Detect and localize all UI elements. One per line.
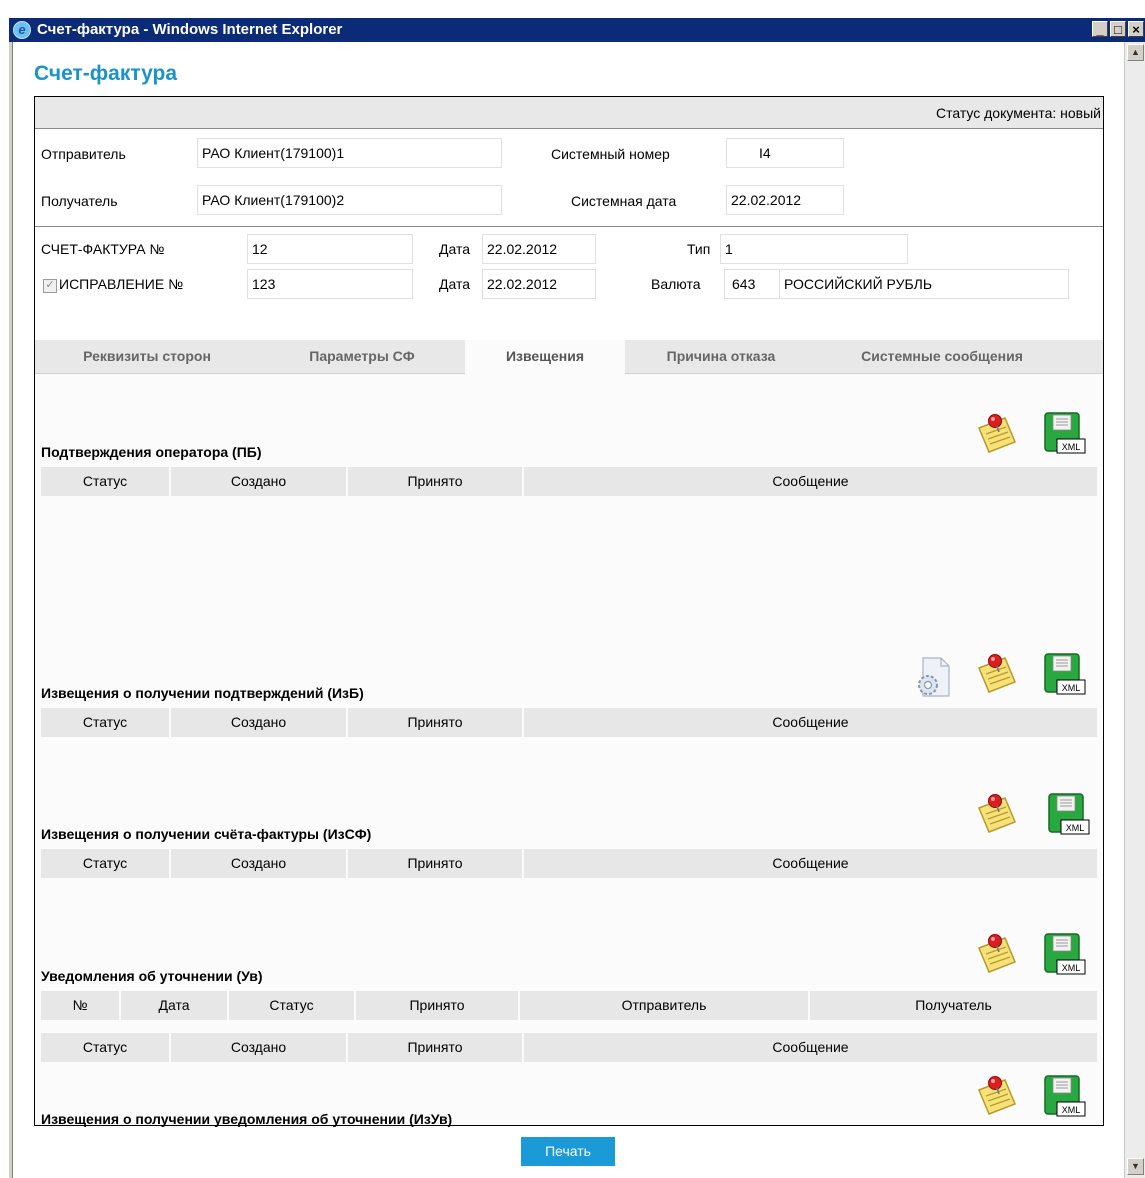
sysdate-field[interactable]: 22.02.2012: [726, 185, 844, 215]
column-header[interactable]: Статус: [41, 1033, 171, 1062]
column-header[interactable]: Статус: [41, 849, 171, 878]
section-title-izb: Извещения о получении подтверждений (ИзБ…: [41, 685, 364, 701]
xml-save-icon[interactable]: XML: [1042, 1074, 1086, 1118]
xml-save-icon[interactable]: XML: [1042, 411, 1086, 455]
vertical-scrollbar[interactable]: ▲ ▼: [1124, 42, 1145, 1178]
document-panel: Статус документа: новый Отправитель РАО …: [34, 96, 1104, 1127]
tab-party-details[interactable]: Реквизиты сторон: [35, 340, 259, 373]
header-divider: [35, 226, 1103, 227]
correction-number-field[interactable]: 123: [247, 269, 413, 299]
tab-content: Подтверждения оператора (ПБ) XML Статус …: [35, 374, 1103, 1127]
receiver-label: Получатель: [41, 193, 118, 209]
document-status: Статус документа: новый: [935, 105, 1101, 121]
invoice-date-label: Дата: [439, 241, 471, 257]
column-header[interactable]: Создано: [171, 467, 348, 496]
column-header[interactable]: Создано: [171, 708, 348, 737]
column-header[interactable]: Статус: [41, 708, 171, 737]
tab-bar: Реквизиты сторон Параметры СФ Извещения …: [35, 340, 1103, 374]
maximize-button[interactable]: □: [1110, 21, 1126, 37]
table-header: Статус Создано Принято Сообщение: [41, 1033, 1097, 1062]
window-title: Счет-фактура - Windows Internet Explorer: [37, 21, 343, 38]
xml-save-icon[interactable]: XML: [1042, 652, 1086, 696]
correction-label: ИСПРАВЛЕНИЕ №: [59, 276, 184, 292]
column-header[interactable]: №: [41, 991, 121, 1020]
sign-note-icon[interactable]: [975, 652, 1019, 696]
status-bar: Статус документа: новый: [35, 97, 1103, 129]
correction-checkbox[interactable]: ✓: [43, 279, 57, 293]
svg-text:XML: XML: [1062, 1105, 1081, 1115]
section-title-izsf: Извещения о получении счёта-фактуры (ИзС…: [41, 826, 372, 842]
sysdate-label: Системная дата: [571, 193, 677, 209]
invoice-number-field[interactable]: 12: [247, 234, 413, 264]
minimize-button[interactable]: _: [1092, 21, 1108, 37]
sender-label: Отправитель: [41, 146, 126, 162]
settings-document-icon[interactable]: [913, 655, 957, 699]
print-button[interactable]: Печать: [521, 1137, 615, 1166]
column-header[interactable]: Сообщение: [524, 467, 1097, 496]
type-label: Тип: [687, 241, 711, 257]
sysnum-label: Системный номер: [551, 146, 670, 162]
column-header[interactable]: Отправитель: [520, 991, 810, 1020]
column-header[interactable]: Создано: [171, 849, 348, 878]
column-header[interactable]: Принято: [356, 991, 520, 1020]
section-title-pb: Подтверждения оператора (ПБ): [41, 444, 262, 460]
ie-logo-icon: e: [13, 21, 31, 39]
table-header: Статус Создано Принято Сообщение: [41, 708, 1097, 737]
table-header: № Дата Статус Принято Отправитель Получа…: [41, 991, 1097, 1020]
currency-code-field[interactable]: 643: [724, 269, 780, 299]
window-frame-left: [9, 42, 13, 1178]
sign-note-icon[interactable]: [975, 1074, 1019, 1118]
type-field[interactable]: 1: [720, 234, 908, 264]
column-header[interactable]: Сообщение: [524, 849, 1097, 878]
scroll-up-icon[interactable]: ▲: [1127, 44, 1144, 61]
section-title-uv: Уведомления об уточнении (Ув): [41, 968, 263, 984]
scroll-down-icon[interactable]: ▼: [1127, 1158, 1144, 1175]
tab-system-messages[interactable]: Системные сообщения: [817, 340, 1067, 373]
column-header[interactable]: Принято: [348, 708, 524, 737]
table-header: Статус Создано Принято Сообщение: [41, 467, 1097, 496]
column-header[interactable]: Статус: [41, 467, 171, 496]
section-title-izuv: Извещения о получении уведомления об уто…: [41, 1111, 453, 1127]
tab-rejection-reason[interactable]: Причина отказа: [625, 340, 817, 373]
svg-text:XML: XML: [1062, 442, 1081, 452]
column-header[interactable]: Сообщение: [524, 708, 1097, 737]
sign-note-icon[interactable]: [975, 932, 1019, 976]
svg-text:XML: XML: [1062, 963, 1081, 973]
xml-save-icon[interactable]: XML: [1042, 932, 1086, 976]
column-header[interactable]: Получатель: [810, 991, 1097, 1020]
close-button[interactable]: ×: [1128, 21, 1144, 37]
column-header[interactable]: Принято: [348, 849, 524, 878]
sender-field[interactable]: РАО Клиент(179100)1: [197, 138, 502, 168]
column-header[interactable]: Дата: [121, 991, 229, 1020]
xml-save-icon[interactable]: XML: [1046, 792, 1090, 836]
column-header[interactable]: Создано: [171, 1033, 348, 1062]
invoice-date-field[interactable]: 22.02.2012: [482, 234, 596, 264]
svg-text:XML: XML: [1062, 683, 1081, 693]
invoice-number-label: СЧЕТ-ФАКТУРА №: [41, 241, 165, 257]
column-header[interactable]: Сообщение: [524, 1033, 1097, 1062]
window-titlebar: e Счет-фактура - Windows Internet Explor…: [9, 18, 1145, 42]
correction-date-label: Дата: [439, 276, 471, 292]
column-header[interactable]: Принято: [348, 467, 524, 496]
page-title: Счет-фактура: [34, 62, 178, 85]
sign-note-icon[interactable]: [975, 412, 1019, 456]
receiver-field[interactable]: РАО Клиент(179100)2: [197, 185, 502, 215]
sysnum-field[interactable]: I4: [726, 138, 844, 168]
svg-text:XML: XML: [1066, 823, 1085, 833]
tab-notices[interactable]: Извещения: [465, 340, 625, 374]
column-header[interactable]: Статус: [229, 991, 356, 1020]
column-header[interactable]: Принято: [348, 1033, 524, 1062]
table-header: Статус Создано Принято Сообщение: [41, 849, 1097, 878]
currency-label: Валюта: [651, 276, 701, 292]
sign-note-icon[interactable]: [975, 792, 1019, 836]
tab-invoice-params[interactable]: Параметры СФ: [259, 340, 465, 373]
currency-name-field[interactable]: РОССИЙСКИЙ РУБЛЬ: [779, 269, 1069, 299]
correction-date-field[interactable]: 22.02.2012: [482, 269, 596, 299]
